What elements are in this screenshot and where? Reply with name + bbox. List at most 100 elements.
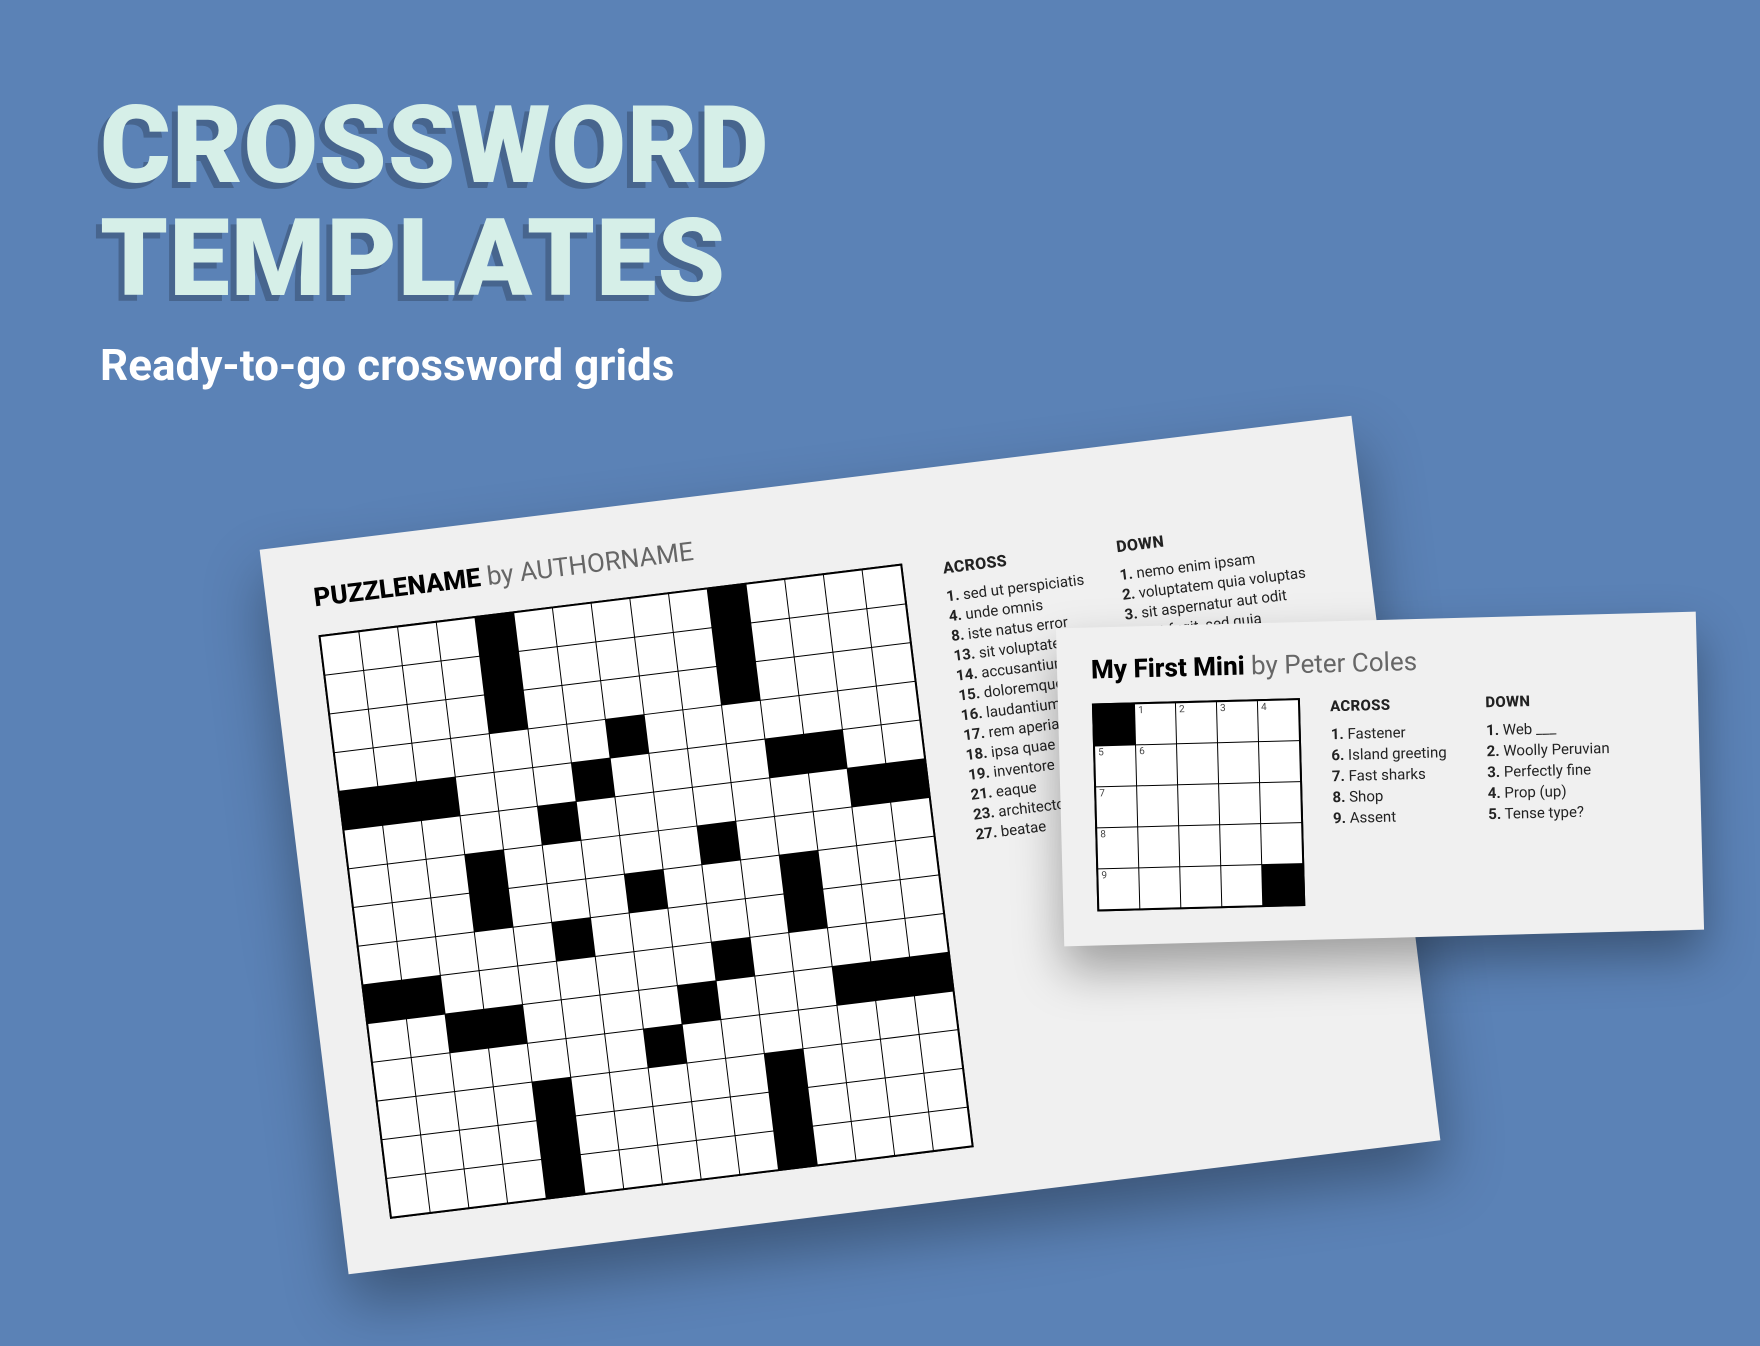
grid-cell xyxy=(713,624,755,666)
grid-cell xyxy=(1180,866,1221,907)
cell-number: 8 xyxy=(1100,829,1106,840)
grid-cell xyxy=(412,739,454,781)
grid-cell xyxy=(630,909,672,951)
clue-text: Web ___ xyxy=(1499,719,1557,738)
grid-cell xyxy=(635,633,677,675)
hero-subtitle: Ready-to-go crossword grids xyxy=(100,339,770,391)
grid-cell xyxy=(833,648,875,690)
grid-cell xyxy=(625,870,667,912)
hero-title: CROSSWORD TEMPLATES xyxy=(100,90,770,317)
grid-cell xyxy=(373,1058,415,1100)
grid-cell xyxy=(751,619,793,661)
grid-cell xyxy=(843,725,885,767)
grid-cell xyxy=(837,1001,879,1043)
cell-number: 1 xyxy=(1138,705,1144,716)
grid-cell xyxy=(562,996,604,1038)
grid-cell xyxy=(495,768,537,810)
grid-cell xyxy=(571,1073,613,1115)
cell-number: 5 xyxy=(1098,747,1104,758)
grid-cell xyxy=(537,1117,579,1159)
grid-cell xyxy=(446,1010,488,1052)
grid-cell xyxy=(924,1069,966,1111)
grid-cell xyxy=(514,609,556,651)
grid-cell xyxy=(529,725,571,767)
grid-cell xyxy=(388,860,430,902)
grid-cell xyxy=(397,937,439,979)
clue-text: Assent xyxy=(1346,808,1397,827)
grid-cell xyxy=(387,1174,429,1216)
grid-cell xyxy=(910,953,952,995)
grid-cell xyxy=(619,1146,661,1188)
grid-cell xyxy=(673,943,715,985)
clue-number: 27. xyxy=(975,823,999,843)
grid-cell xyxy=(693,783,735,825)
grid-cell xyxy=(901,875,943,917)
grid-cell xyxy=(422,816,464,858)
grid-cell xyxy=(451,734,493,776)
grid-cell xyxy=(824,571,866,613)
grid-cell xyxy=(596,638,638,680)
grid-cell xyxy=(437,618,479,660)
grid-cell xyxy=(543,841,585,883)
clue-number: 7. xyxy=(1332,767,1345,785)
grid-cell xyxy=(465,1165,507,1207)
hero-title-line1: CROSSWORD xyxy=(100,83,770,209)
cell-number: 6 xyxy=(1139,746,1145,757)
grid-cell xyxy=(325,671,367,713)
grid-cell xyxy=(774,1127,816,1169)
grid-cell xyxy=(489,1044,531,1086)
clue-text: Shop xyxy=(1345,787,1383,806)
clue-number: 3. xyxy=(1487,763,1500,781)
grid-cell xyxy=(905,914,947,956)
grid-cell xyxy=(576,1112,618,1154)
grid-cell xyxy=(446,695,488,737)
grid-cell xyxy=(436,932,478,974)
grid-cell xyxy=(398,623,440,665)
clue-number: 17. xyxy=(962,724,986,744)
clue-number: 5. xyxy=(1488,805,1501,823)
grid-cell xyxy=(586,875,628,917)
clue-number: 15. xyxy=(958,684,982,704)
grid-cell xyxy=(503,1160,545,1202)
grid-cell xyxy=(872,643,914,685)
mini-author: Peter Coles xyxy=(1284,647,1418,680)
grid-cell xyxy=(833,962,875,1004)
grid-cell xyxy=(640,672,682,714)
mini-crossword-grid: 123456789 xyxy=(1092,698,1305,911)
grid-cell xyxy=(804,1045,846,1087)
clue-number: 14. xyxy=(955,664,979,684)
grid-cell xyxy=(349,865,391,907)
grid-cell xyxy=(450,1049,492,1091)
grid-cell xyxy=(605,1030,647,1072)
grid-cell xyxy=(620,831,662,873)
grid-cell xyxy=(456,773,498,815)
grid-cell xyxy=(1220,824,1261,865)
grid-cell xyxy=(1221,865,1262,906)
clue-number: 2. xyxy=(1486,742,1499,760)
grid-cell xyxy=(335,748,377,790)
grid-cell xyxy=(726,1054,768,1096)
clue-item: 8. Shop xyxy=(1332,785,1448,806)
grid-cell xyxy=(1138,826,1179,867)
grid-cell xyxy=(552,918,594,960)
grid-cell xyxy=(765,1049,807,1091)
grid-cell xyxy=(383,821,425,863)
mini-across-heading: ACROSS xyxy=(1330,694,1446,715)
grid-cell xyxy=(1219,783,1260,824)
grid-cell xyxy=(470,889,512,931)
grid-cell xyxy=(499,1121,541,1163)
grid-cell xyxy=(687,1059,729,1101)
grid-cell xyxy=(533,1078,575,1120)
grid-cell xyxy=(480,966,522,1008)
grid-cell xyxy=(364,666,406,708)
grid-cell xyxy=(920,1030,962,1072)
grid-cell xyxy=(1260,782,1301,823)
hero: CROSSWORD TEMPLATES Ready-to-go crosswor… xyxy=(100,90,770,391)
grid-cell xyxy=(1178,784,1219,825)
grid-cell xyxy=(721,1015,763,1057)
grid-cell xyxy=(402,976,444,1018)
grid-cell xyxy=(847,1079,889,1121)
grid-cell xyxy=(538,802,580,844)
grid-cell xyxy=(330,710,372,752)
grid-cell xyxy=(557,957,599,999)
